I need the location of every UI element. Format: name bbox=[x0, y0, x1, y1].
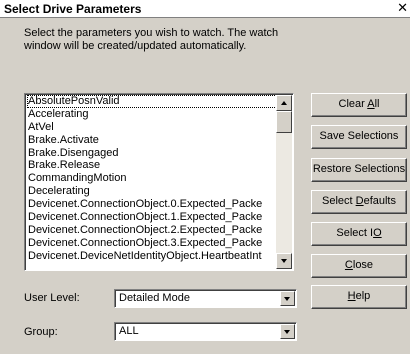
group-value: ALL bbox=[119, 325, 139, 337]
clear-all-label-post: ll bbox=[374, 98, 380, 110]
help-button[interactable]: Help bbox=[311, 285, 407, 309]
scroll-thumb[interactable] bbox=[276, 111, 292, 133]
help-label-accel: H bbox=[347, 290, 356, 302]
user-level-label: User Level: bbox=[24, 292, 80, 304]
select-drive-parameters-dialog: Select Drive Parameters ✕ Select the par… bbox=[0, 0, 410, 354]
group-label: Group: bbox=[24, 326, 58, 338]
window-title: Select Drive Parameters bbox=[4, 2, 142, 16]
list-item[interactable]: CommandingMotion bbox=[27, 172, 279, 185]
close-icon[interactable]: ✕ bbox=[397, 1, 408, 15]
list-scrollbar[interactable] bbox=[276, 95, 292, 269]
list-item[interactable]: Decelerating bbox=[27, 185, 279, 198]
chevron-down-icon bbox=[284, 297, 290, 301]
parameters-list: AbsolutePosnValid Accelerating AtVel Brake.… bbox=[27, 95, 279, 263]
scroll-down-arrow-icon bbox=[281, 259, 287, 263]
clear-all-label-accel: A bbox=[367, 98, 375, 110]
clear-all-label-pre: Clear bbox=[338, 98, 368, 110]
help-label-post: elp bbox=[355, 290, 371, 302]
restore-selections-button[interactable]: Restore Selections bbox=[311, 158, 407, 182]
user-level-combobox[interactable]: Detailed Mode bbox=[114, 289, 297, 308]
list-item[interactable]: Accelerating bbox=[27, 108, 279, 121]
list-item[interactable]: Devicenet.DeviceNetIdentityObject.Heartb… bbox=[27, 250, 279, 263]
user-level-dropdown-button[interactable] bbox=[280, 291, 295, 306]
list-item[interactable]: AtVel bbox=[27, 121, 279, 134]
select-defaults-label-pre: Select bbox=[321, 195, 356, 207]
close-button[interactable]: Close bbox=[311, 254, 407, 278]
select-defaults-label-accel: D bbox=[355, 195, 364, 207]
list-item[interactable]: Devicenet.ConnectionObject.1.Expected_Pa… bbox=[27, 211, 279, 224]
list-item[interactable]: Devicenet.ConnectionObject.2.Expected_Pa… bbox=[27, 224, 279, 237]
select-defaults-label-post: efaults bbox=[363, 195, 396, 207]
close-label-post: lose bbox=[352, 259, 374, 271]
instructions-text: Select the parameters you wish to watch.… bbox=[24, 27, 279, 52]
list-item[interactable]: Brake.Activate bbox=[27, 134, 279, 147]
scroll-up-arrow-icon bbox=[281, 101, 287, 105]
parameters-listbox[interactable]: AbsolutePosnValid Accelerating AtVel Brake.… bbox=[24, 93, 294, 271]
chevron-down-icon bbox=[284, 330, 290, 334]
list-item[interactable]: Devicenet.ConnectionObject.0.Expected_Pa… bbox=[27, 198, 279, 211]
select-io-button[interactable]: Select IO bbox=[311, 222, 407, 246]
select-defaults-button[interactable]: Select Defaults bbox=[311, 190, 407, 214]
list-item[interactable]: AbsolutePosnValid bbox=[27, 95, 279, 108]
group-combobox[interactable]: ALL bbox=[114, 322, 297, 341]
group-dropdown-button[interactable] bbox=[280, 324, 295, 339]
list-item[interactable]: Devicenet.ConnectionObject.3.Expected_Pa… bbox=[27, 237, 279, 250]
scroll-up-button[interactable] bbox=[276, 95, 292, 111]
scroll-down-button[interactable] bbox=[276, 253, 292, 269]
title-bar[interactable]: Select Drive Parameters ✕ bbox=[0, 0, 410, 18]
list-item[interactable]: Brake.Release bbox=[27, 159, 279, 172]
close-label-accel: C bbox=[344, 259, 353, 271]
select-io-label-accel: O bbox=[373, 227, 382, 239]
clear-all-button[interactable]: Clear All bbox=[311, 93, 407, 117]
select-io-label-pre: Select I bbox=[336, 227, 374, 239]
save-selections-button[interactable]: Save Selections bbox=[311, 125, 407, 149]
user-level-value: Detailed Mode bbox=[119, 292, 190, 304]
list-item[interactable]: Brake.Disengaged bbox=[27, 147, 279, 160]
